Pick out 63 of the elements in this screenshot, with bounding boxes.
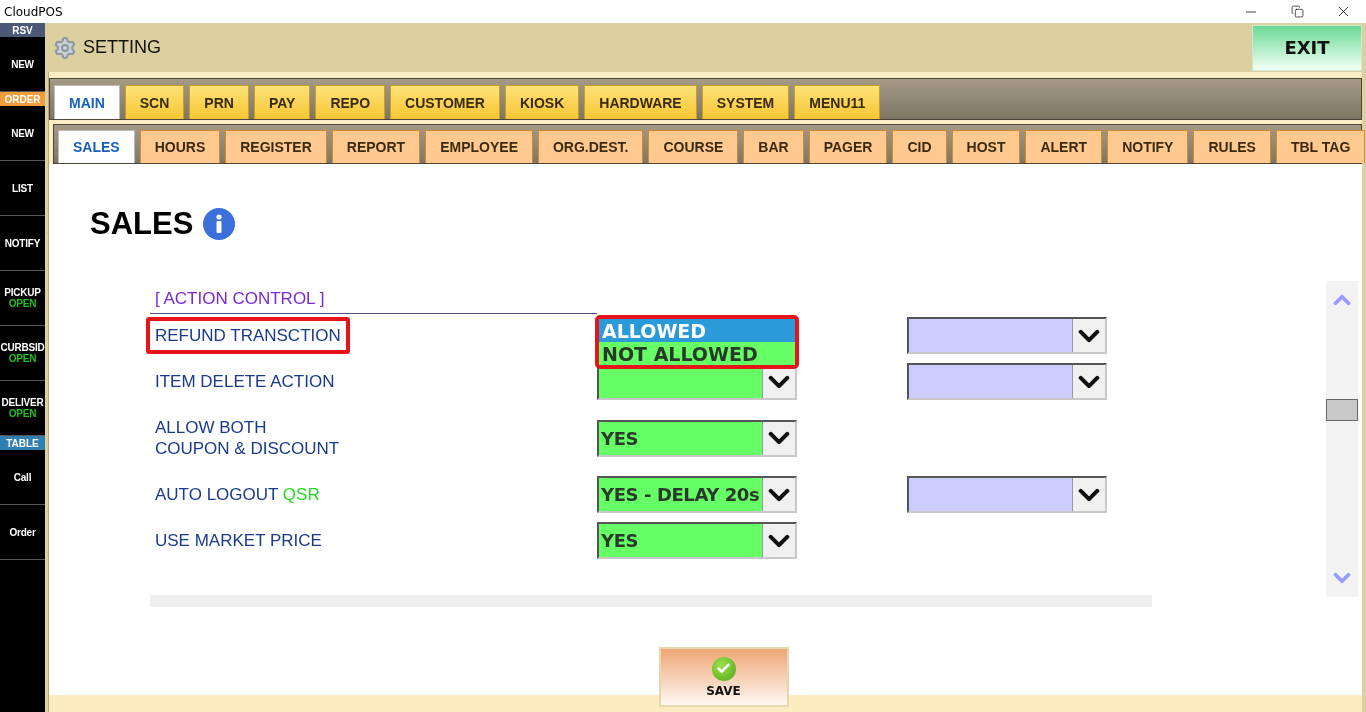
- tab[interactable]: REPORT: [331, 130, 421, 163]
- save-button[interactable]: SAVE: [658, 647, 789, 707]
- tab[interactable]: PRN: [189, 85, 249, 119]
- tab[interactable]: CID: [892, 130, 947, 163]
- tab[interactable]: SCN: [124, 85, 185, 119]
- tab[interactable]: PAY: [253, 85, 311, 119]
- tab[interactable]: ORG.DEST.: [537, 130, 644, 163]
- page-title: SALES: [90, 206, 194, 242]
- section-heading: [ ACTION CONTROL ]: [150, 289, 597, 314]
- window-title: CloudPOS: [3, 4, 63, 19]
- chevron-down-icon: [1078, 328, 1100, 343]
- tab[interactable]: MENU11: [794, 85, 881, 119]
- chevron-down-icon: [768, 374, 790, 389]
- chevron-down-icon: [1078, 487, 1100, 502]
- gear-icon: [53, 35, 77, 60]
- tab[interactable]: COURSE: [648, 130, 739, 163]
- scroll-thumb[interactable]: [1326, 399, 1358, 421]
- chevron-down-icon: [768, 431, 790, 445]
- sidebar-button-label: DELIVER: [1, 397, 44, 408]
- setting-label: ALLOW BOTH COUPON & DISCOUNT: [154, 417, 341, 460]
- status-label: OPEN: [8, 408, 37, 419]
- dropdown[interactable]: YES: [597, 522, 797, 559]
- setting-label: REFUND TRANSCTION: [146, 317, 350, 354]
- dropdown[interactable]: YES - DELAY 20s: [597, 476, 797, 513]
- setting-label: AUTO LOGOUT QSR: [154, 484, 321, 506]
- dropdown[interactable]: [907, 317, 1107, 354]
- status-label: OPEN: [8, 353, 37, 364]
- tab[interactable]: MAIN: [54, 85, 120, 119]
- tab[interactable]: ALERT: [1025, 130, 1103, 163]
- tab[interactable]: EMPLOYEE: [425, 130, 533, 163]
- tab[interactable]: KIOSK: [504, 85, 580, 119]
- setting-label: USE MARKET PRICE: [154, 530, 323, 552]
- dropdown[interactable]: [907, 476, 1107, 513]
- sidebar-section-label: RSV: [0, 23, 45, 37]
- tab[interactable]: REPO: [315, 85, 386, 119]
- sidebar-button-label: CURBSID: [0, 342, 45, 353]
- chevron-down-icon: [768, 487, 790, 502]
- check-icon: [711, 656, 736, 681]
- exit-button[interactable]: EXIT: [1252, 24, 1362, 71]
- tab[interactable]: SYSTEM: [701, 85, 790, 119]
- tab[interactable]: HOST: [951, 130, 1021, 163]
- tab[interactable]: PAGER: [808, 130, 888, 163]
- chevron-down-icon: [1078, 374, 1100, 389]
- scrollbar[interactable]: [1326, 281, 1358, 597]
- tab[interactable]: SALES: [58, 130, 135, 163]
- tab[interactable]: NOTIFY: [1107, 130, 1189, 163]
- dropdown[interactable]: [907, 363, 1107, 400]
- page-header-title: SETTING: [83, 37, 161, 58]
- tab[interactable]: REGISTER: [225, 130, 327, 163]
- tab[interactable]: BAR: [743, 130, 804, 163]
- status-label: OPEN: [8, 298, 37, 309]
- sidebar-section-label: ORDER: [0, 92, 45, 106]
- sidebar-section-label: TABLE: [0, 436, 45, 450]
- chevron-down-icon: [768, 533, 790, 548]
- dropdown[interactable]: YES: [597, 419, 797, 457]
- setting-label: ITEM DELETE ACTION: [154, 371, 336, 393]
- tab[interactable]: HARDWARE: [584, 85, 697, 119]
- tab[interactable]: HOURS: [139, 130, 221, 163]
- tab[interactable]: CUSTOMER: [390, 85, 500, 119]
- info-icon[interactable]: [203, 208, 236, 240]
- tab[interactable]: TBL TAG: [1275, 130, 1366, 163]
- tab[interactable]: RULES: [1193, 130, 1271, 163]
- sidebar-button-label: PICKUP: [4, 287, 41, 298]
